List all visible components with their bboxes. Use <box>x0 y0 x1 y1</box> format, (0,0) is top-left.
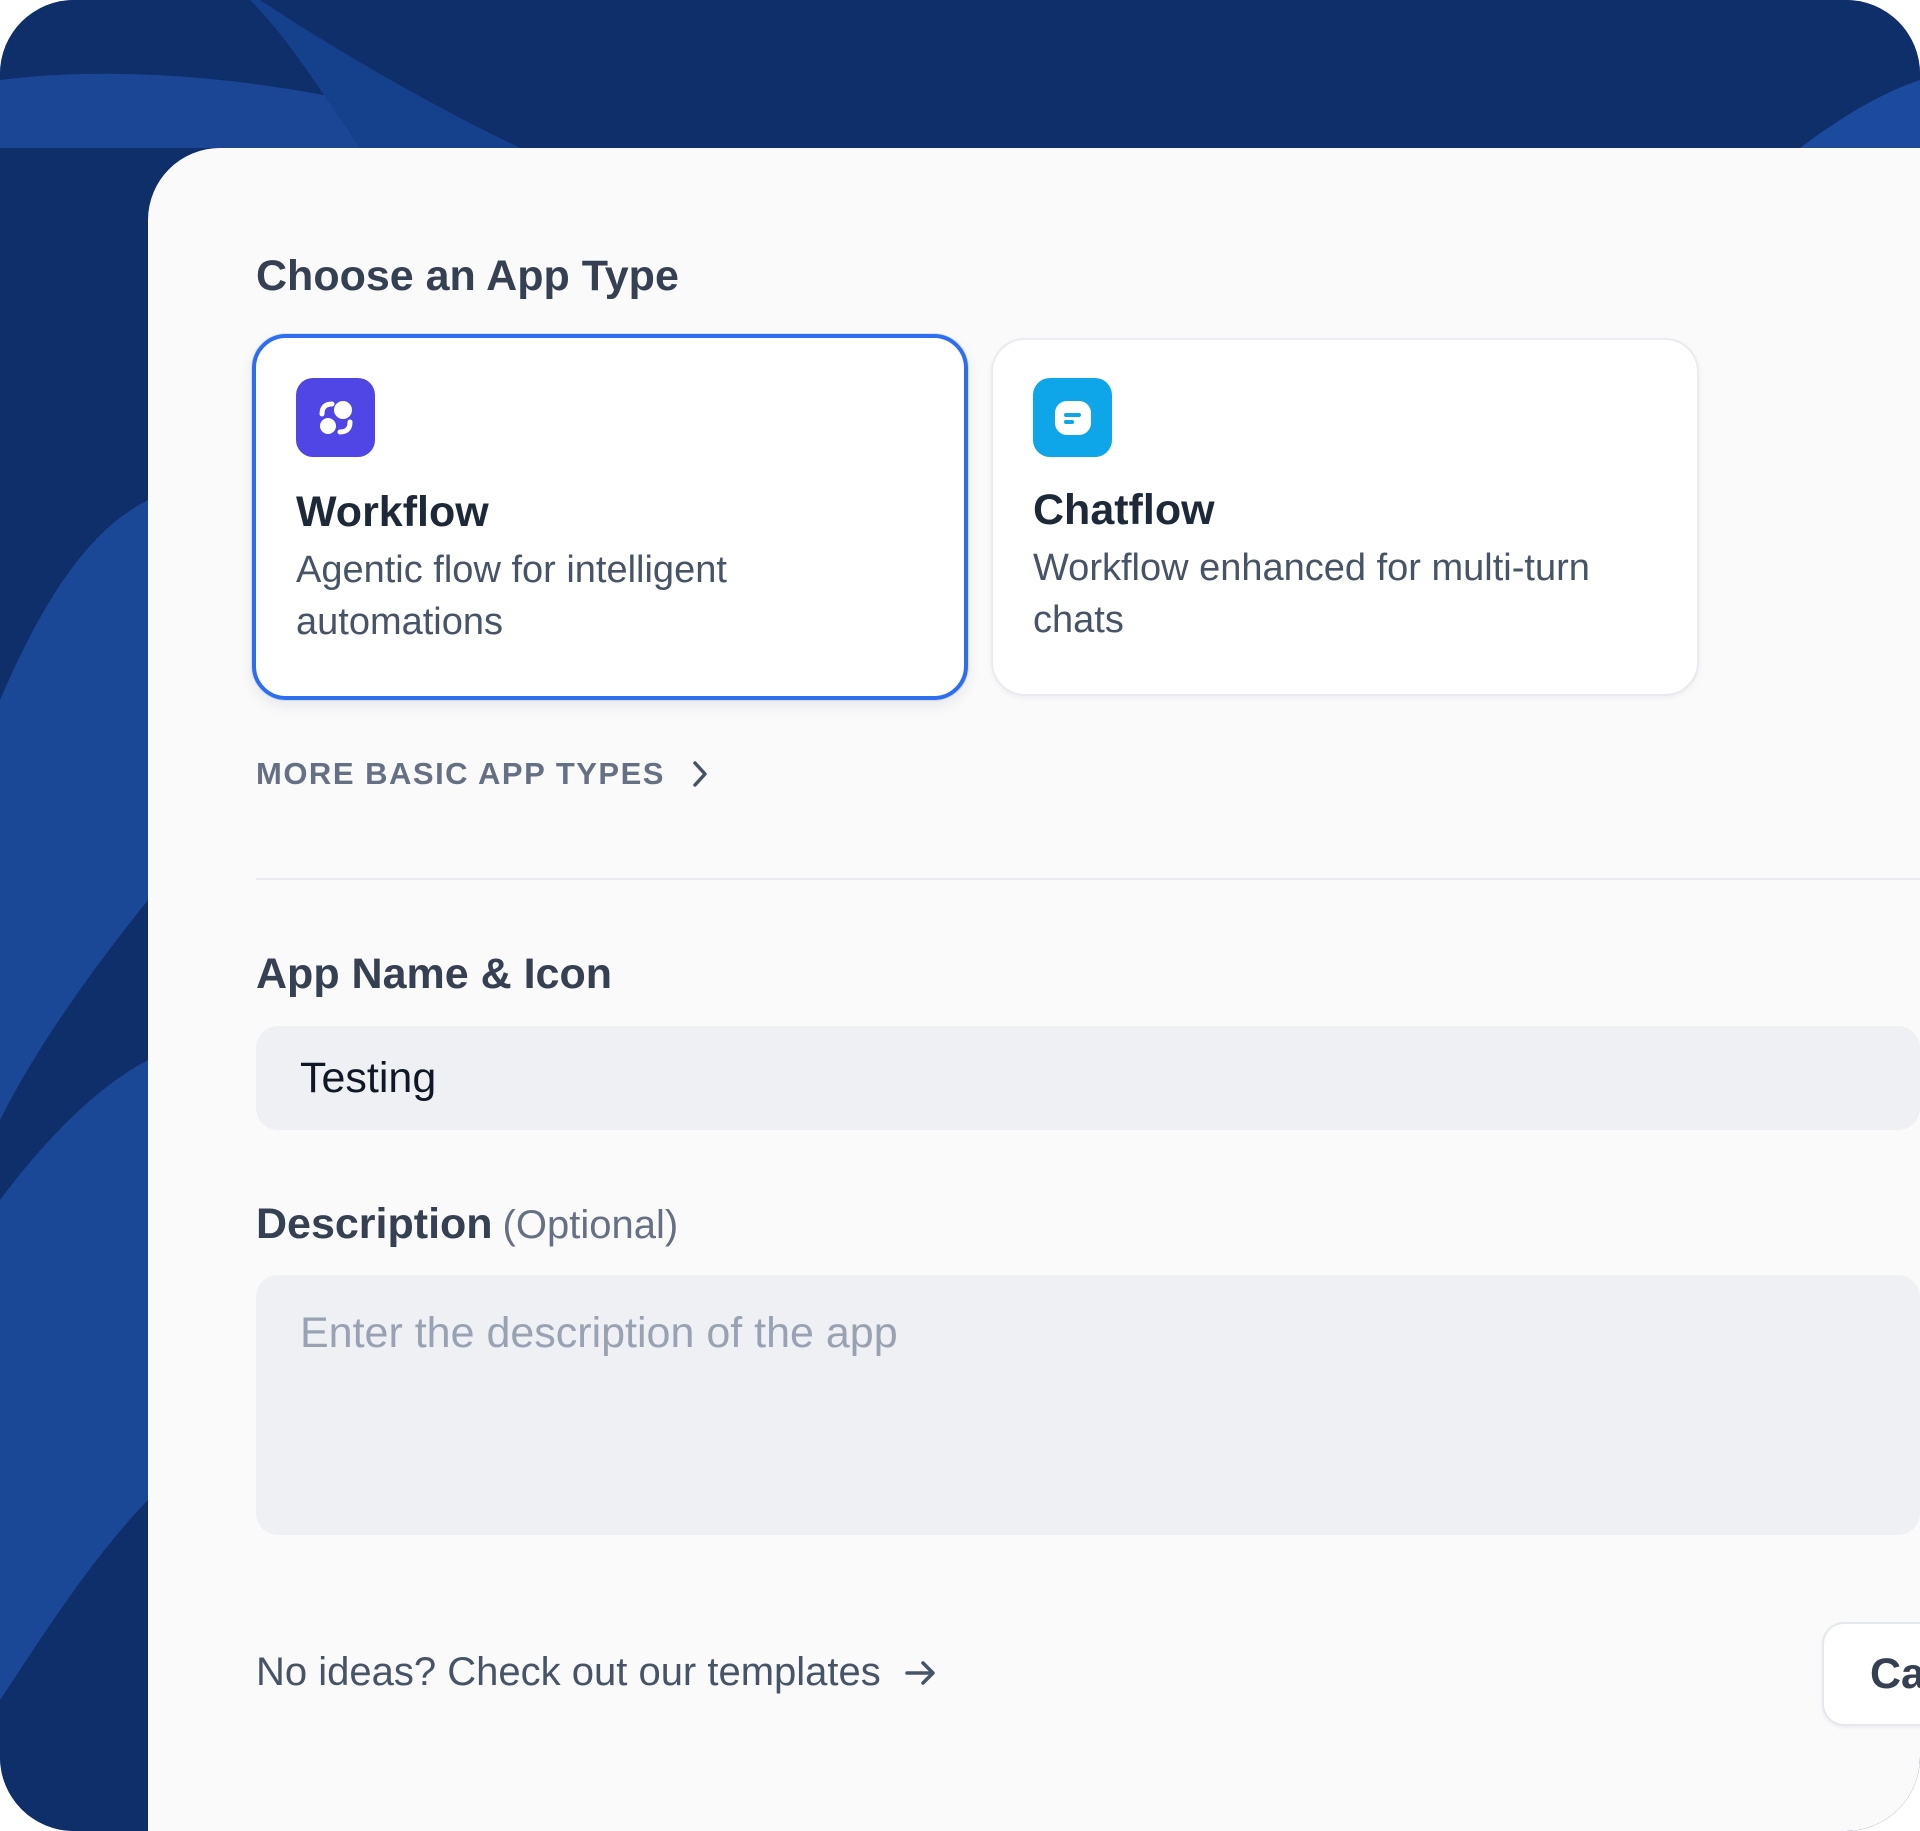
optional-label: (Optional) <box>502 1203 679 1247</box>
chevron-right-icon <box>693 761 707 787</box>
app-name-input[interactable] <box>256 1026 1920 1130</box>
description-textarea[interactable] <box>256 1275 1920 1535</box>
app-type-heading: Choose an App Type <box>256 252 679 300</box>
app-name-field[interactable] <box>256 1026 1920 1130</box>
chat-bubble-icon <box>1033 378 1112 457</box>
templates-link[interactable]: No ideas? Check out our templates <box>256 1650 939 1695</box>
card-title: Workflow <box>296 488 489 536</box>
description-field[interactable] <box>256 1275 1920 1535</box>
card-description: Workflow enhanced for multi-turn chats <box>1033 547 1590 641</box>
workflow-icon <box>296 378 375 457</box>
card-title: Chatflow <box>1033 486 1215 534</box>
description-label-text: Description <box>256 1200 493 1248</box>
cancel-button[interactable]: Ca <box>1822 1622 1920 1726</box>
app-name-label: App Name & Icon <box>256 950 612 998</box>
section-divider <box>256 878 1920 880</box>
more-app-types-label: MORE BASIC APP TYPES <box>256 756 665 791</box>
templates-link-label: No ideas? Check out our templates <box>256 1650 881 1694</box>
app-type-card-chatflow[interactable]: Chatflow Workflow enhanced for multi-tur… <box>991 338 1699 696</box>
app-type-card-workflow[interactable]: Workflow Agentic flow for intelligent au… <box>252 334 968 700</box>
card-description: Agentic flow for intelligent automations <box>296 549 727 643</box>
more-app-types-link[interactable]: MORE BASIC APP TYPES <box>256 756 711 792</box>
arrow-right-icon <box>905 1660 935 1685</box>
description-label: Description (Optional) <box>256 1200 678 1249</box>
